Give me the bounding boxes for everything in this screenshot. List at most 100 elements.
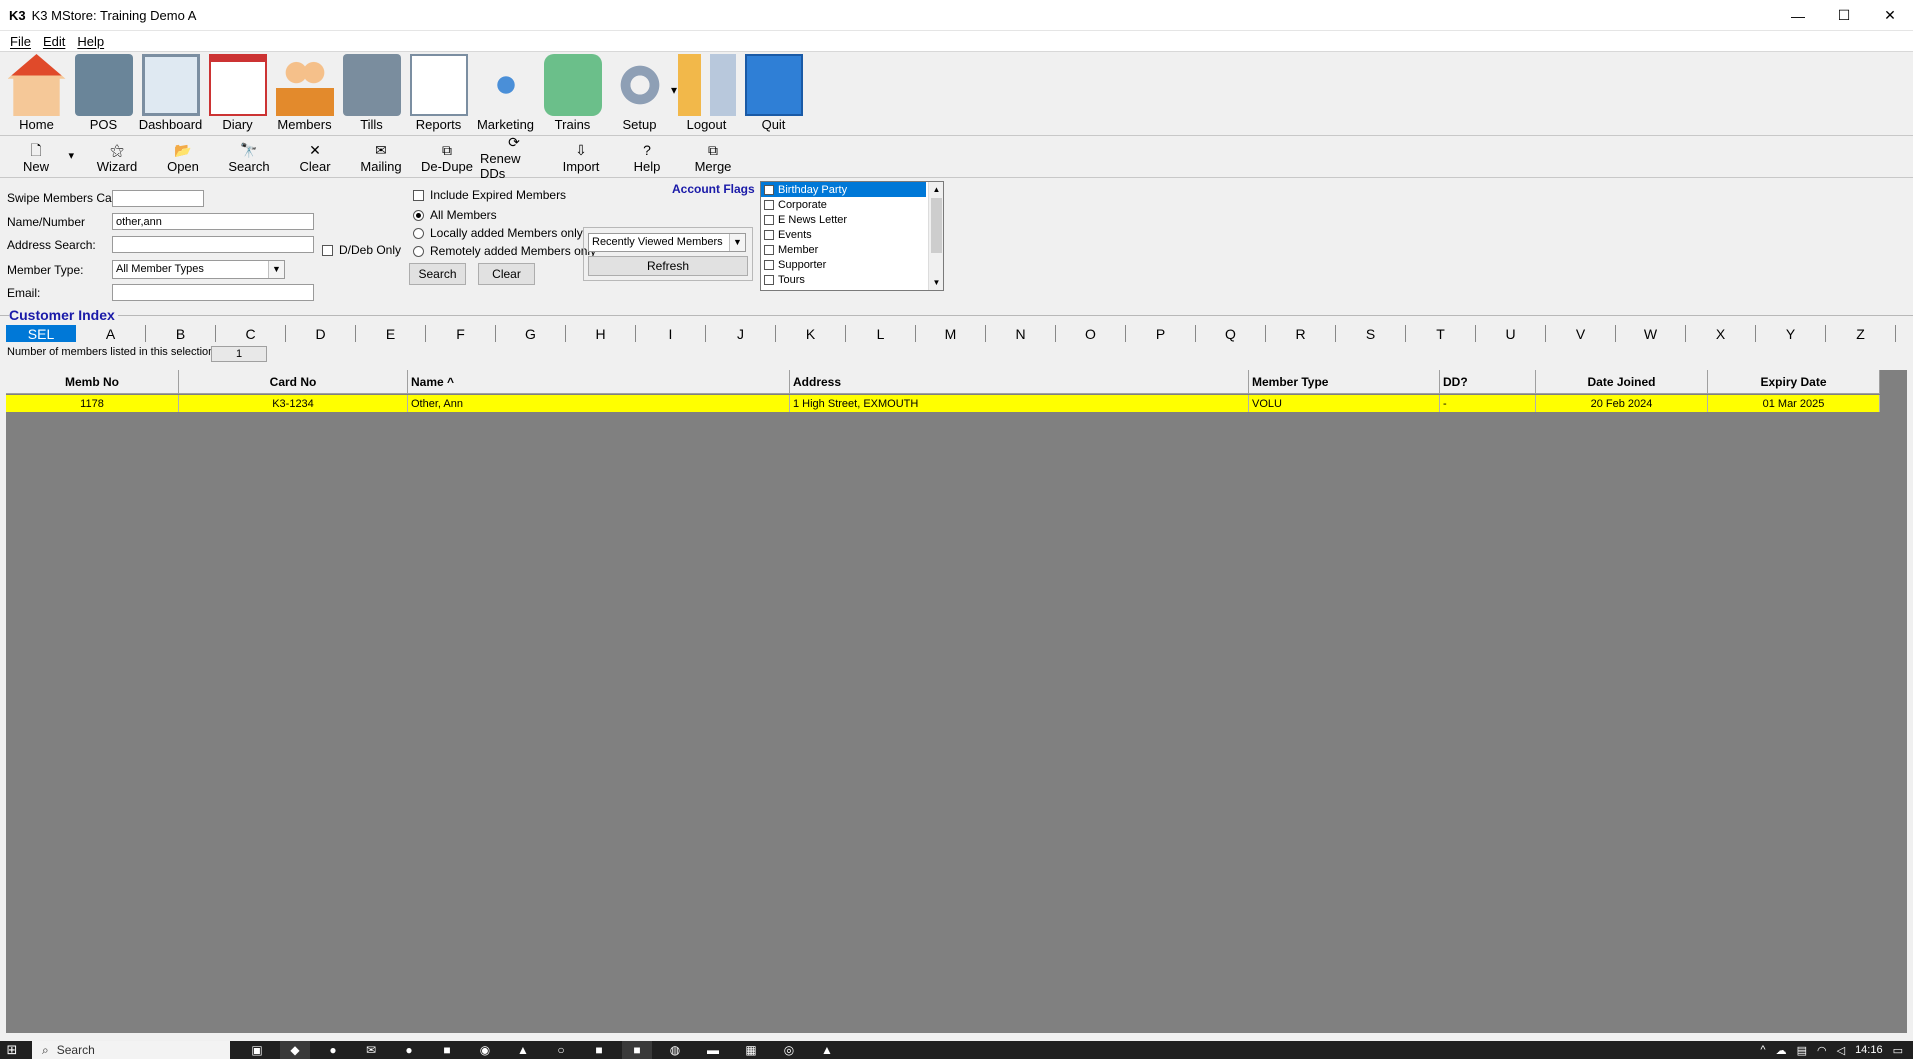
ddeb-only-checkbox[interactable]: D/Deb Only (322, 243, 401, 257)
search-button[interactable]: 🔭 Search (216, 137, 282, 177)
alpha-tab[interactable]: E (356, 325, 426, 342)
flags-scrollbar[interactable]: ▲ ▼ (928, 182, 943, 290)
alpha-tab[interactable]: P (1126, 325, 1196, 342)
alpha-tab[interactable]: M (916, 325, 986, 342)
flag-item[interactable]: Events (761, 227, 943, 242)
opera-icon[interactable]: ○ (546, 1041, 576, 1059)
trains-button[interactable]: Trains (539, 53, 606, 135)
volume-icon[interactable]: ◁ (1837, 1044, 1845, 1057)
search-submit-button[interactable]: Search (409, 263, 466, 285)
address-search-input[interactable] (112, 236, 314, 253)
alpha-tab[interactable]: I (636, 325, 706, 342)
app-icon[interactable]: ● (318, 1041, 348, 1059)
email-input[interactable] (112, 284, 314, 301)
reports-button[interactable]: Reports (405, 53, 472, 135)
column-header-name[interactable]: Name ^ (408, 370, 790, 394)
radio-remote-members[interactable]: Remotely added Members only (413, 244, 596, 258)
recent-members-select[interactable]: Recently Viewed Members ▼ (588, 233, 746, 252)
search-clear-button[interactable]: Clear (478, 263, 535, 285)
alpha-tab[interactable]: T (1406, 325, 1476, 342)
scroll-down-icon[interactable]: ▼ (929, 275, 943, 290)
folder-icon[interactable]: ▬ (698, 1041, 728, 1059)
alpha-tab[interactable]: S (1336, 325, 1406, 342)
onenote-icon[interactable]: ■ (432, 1041, 462, 1059)
menu-file[interactable]: File (4, 34, 37, 49)
radio-all-members[interactable]: All Members (413, 208, 497, 222)
pos-button[interactable]: POS (70, 53, 137, 135)
alpha-tab[interactable]: X (1686, 325, 1756, 342)
flag-item[interactable]: Corporate (761, 197, 943, 212)
alpha-tab[interactable]: N (986, 325, 1056, 342)
flag-item[interactable]: Member (761, 242, 943, 257)
column-header-expiry-date[interactable]: Expiry Date (1708, 370, 1880, 394)
maximize-button[interactable]: ☐ (1821, 0, 1867, 31)
clear-toolbar-button[interactable]: ✕ Clear (282, 137, 348, 177)
tills-button[interactable]: Tills (338, 53, 405, 135)
teams-icon[interactable]: ■ (584, 1041, 614, 1059)
windows-start-icon[interactable]: ⊞ (0, 1042, 24, 1058)
briefcase-icon[interactable]: ▣ (242, 1041, 272, 1059)
dashboard-button[interactable]: Dashboard (137, 53, 204, 135)
radio-local-members[interactable]: Locally added Members only (413, 226, 583, 240)
flag-item[interactable]: E News Letter (761, 212, 943, 227)
members-button[interactable]: Members (271, 53, 338, 135)
alpha-tab[interactable]: F (426, 325, 496, 342)
import-button[interactable]: ⇩ Import (548, 137, 614, 177)
column-header-address[interactable]: Address (790, 370, 1249, 394)
column-header-dd[interactable]: DD? (1440, 370, 1536, 394)
diary-button[interactable]: Diary (204, 53, 271, 135)
alpha-tab[interactable]: H (566, 325, 636, 342)
quit-button[interactable]: Quit (740, 53, 807, 135)
alpha-tab[interactable]: B (146, 325, 216, 342)
tray-chevron-icon[interactable]: ^ (1760, 1044, 1765, 1056)
network-icon[interactable]: ▤ (1797, 1044, 1807, 1057)
clock[interactable]: 14:16 (1855, 1044, 1883, 1056)
table-row[interactable]: 1178 K3-1234 Other, Ann 1 High Street, E… (6, 395, 1880, 412)
alpha-tab[interactable]: V (1546, 325, 1616, 342)
chrome-icon[interactable]: ◉ (470, 1041, 500, 1059)
name-number-input[interactable] (112, 213, 314, 230)
column-header-card-no[interactable]: Card No (179, 370, 408, 394)
mailing-button[interactable]: ✉ Mailing (348, 137, 414, 177)
logout-button[interactable]: Logout (673, 53, 740, 135)
alpha-tab[interactable]: D (286, 325, 356, 342)
alpha-tab[interactable]: U (1476, 325, 1546, 342)
minimize-button[interactable]: — (1775, 0, 1821, 31)
include-expired-checkbox[interactable]: Include Expired Members (413, 188, 566, 202)
alpha-tab[interactable]: Y (1756, 325, 1826, 342)
refresh-button[interactable]: Refresh (588, 256, 748, 276)
de-dupe-button[interactable]: ⧉ De-Dupe (414, 137, 480, 177)
account-flags-list[interactable]: Birthday Party Corporate E News Letter E… (760, 181, 944, 291)
wizard-button[interactable]: ⚝ Wizard (84, 137, 150, 177)
edge-icon[interactable]: ◎ (774, 1041, 804, 1059)
scroll-up-icon[interactable]: ▲ (929, 182, 943, 197)
app-icon[interactable]: ▲ (508, 1041, 538, 1059)
notifications-icon[interactable]: ▭ (1893, 1044, 1903, 1057)
alpha-tab[interactable]: R (1266, 325, 1336, 342)
alpha-tab[interactable]: A (76, 325, 146, 342)
k3-app-icon[interactable]: ◆ (280, 1041, 310, 1059)
menu-edit[interactable]: Edit (37, 34, 71, 49)
flag-item[interactable]: Birthday Party (761, 182, 926, 197)
alpha-tab[interactable]: W (1616, 325, 1686, 342)
alpha-tab[interactable]: J (706, 325, 776, 342)
column-header-date-joined[interactable]: Date Joined (1536, 370, 1708, 394)
help-button[interactable]: ? Help (614, 137, 680, 177)
column-header-memb-no[interactable]: Memb No (6, 370, 179, 394)
onedrive-icon[interactable]: ☁ (1776, 1044, 1787, 1057)
merge-button[interactable]: ⧉ Merge (680, 137, 746, 177)
alpha-tab[interactable]: C (216, 325, 286, 342)
acrobat-icon[interactable]: ▲ (812, 1041, 842, 1059)
alpha-tab[interactable]: K (776, 325, 846, 342)
new-button[interactable]: 🗋 New (8, 137, 74, 177)
scroll-thumb[interactable] (931, 198, 942, 253)
flag-item[interactable]: Supporter (761, 257, 943, 272)
wifi-icon[interactable]: ◠ (1817, 1044, 1827, 1057)
close-button[interactable]: ✕ (1867, 0, 1913, 31)
home-button[interactable]: Home (3, 53, 70, 135)
menu-help[interactable]: Help (71, 34, 110, 49)
calculator-icon[interactable]: ▦ (736, 1041, 766, 1059)
mstore-icon[interactable]: ■ (622, 1041, 652, 1059)
outlook-icon[interactable]: ✉ (356, 1041, 386, 1059)
renew-dds-button[interactable]: ⟳ Renew DDs (480, 134, 548, 181)
